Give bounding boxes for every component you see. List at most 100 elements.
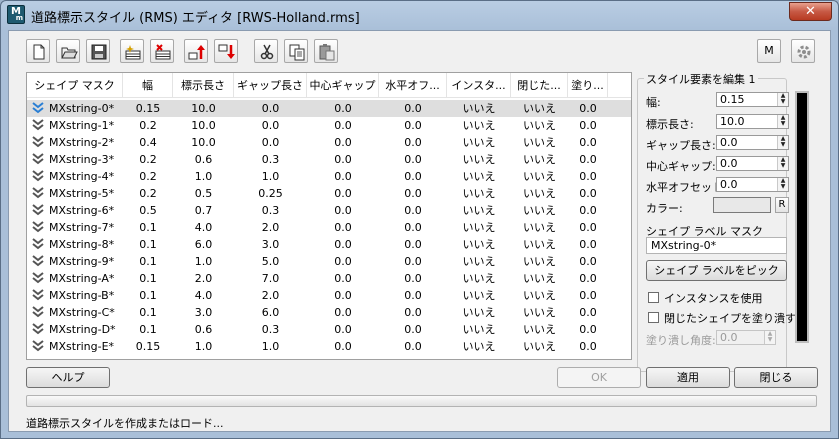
table-cell: 0.1 [139, 255, 157, 268]
copy-icon [289, 44, 305, 61]
color-swatch[interactable] [713, 197, 771, 213]
app-icon-sub: m [15, 14, 23, 22]
use-instance-label: インスタンスを使用 [664, 292, 763, 305]
move-down-button[interactable] [214, 39, 238, 63]
center-gap-label: 中心ギャップ: [646, 160, 716, 173]
table-row[interactable]: MXstring-C* 0.1 3.0 6.0 0.0 0.0 いいえ いいえ 0.0 [27, 304, 631, 321]
spinner-arrows-icon[interactable]: ▲ ▼ [777, 136, 788, 149]
table-cell: 0.1 [139, 272, 157, 285]
table-row[interactable]: MXstring-B* 0.1 4.0 2.0 0.0 0.0 いいえ いいえ 0.0 [27, 287, 631, 304]
table-cell: MXstring-C* [49, 306, 115, 319]
table-row[interactable]: MXstring-4* 0.2 1.0 1.0 0.0 0.0 いいえ いいえ 0.0 [27, 168, 631, 185]
table-cell: 0.0 [579, 306, 597, 319]
table-cell: 0.0 [579, 238, 597, 251]
edit-panel-legend: スタイル要素を編集 1 [644, 71, 758, 87]
table-cell: 0.2 [139, 119, 157, 132]
table-cell: いいえ [523, 102, 556, 115]
grid-column-header[interactable]: 中心ギャップ [307, 73, 379, 98]
grid-column-header[interactable]: ギャップ長さ [234, 73, 307, 98]
table-cell: 0.0 [334, 340, 352, 353]
table-cell: 0.0 [334, 153, 352, 166]
save-icon [91, 44, 107, 60]
grid-column-header[interactable]: 幅 [123, 73, 173, 98]
table-row[interactable]: MXstring-5* 0.2 0.5 0.25 0.0 0.0 いいえ いいえ 0.0 [27, 185, 631, 202]
spinner-arrows-icon[interactable]: ▲ ▼ [777, 157, 788, 170]
apply-button[interactable]: 適用 [646, 367, 730, 388]
table-row[interactable]: MXstring-A* 0.1 2.0 7.0 0.0 0.0 いいえ いいえ 0.0 [27, 270, 631, 287]
table-row[interactable]: MXstring-E* 0.15 1.0 1.0 0.0 0.0 いいえ いいえ 0.0 [27, 338, 631, 355]
table-cell: 4.0 [194, 221, 213, 234]
grid-column-header[interactable]: 標示長さ [173, 73, 234, 98]
table-cell: 0.0 [404, 238, 422, 251]
table-cell: 0.3 [261, 153, 280, 166]
spinner-arrows-icon[interactable]: ▲ ▼ [777, 178, 788, 191]
table-cell: 0.0 [334, 136, 352, 149]
style-grid[interactable]: シェイプ マスク幅標示長さ ギャップ長さ 中心ギャップ 水平オフ... インスタ... 閉… [26, 72, 632, 360]
table-cell: 0.6 [194, 153, 213, 166]
move-up-button[interactable] [184, 39, 208, 63]
table-cell: いいえ [462, 272, 496, 285]
table-cell: 0.15 [135, 340, 161, 353]
paste-button[interactable] [314, 39, 338, 63]
table-row[interactable]: MXstring-3* 0.2 0.6 0.3 0.0 0.0 いいえ いいえ 0.0 [27, 151, 631, 168]
m-button[interactable]: M [757, 39, 781, 63]
new-button[interactable] [26, 39, 50, 63]
table-cell: 0.5 [139, 204, 157, 217]
center-gap-spinner[interactable]: 0.0 ▲ ▼ [716, 156, 789, 171]
cut-button[interactable] [254, 39, 278, 63]
fill-closed-shape-checkbox[interactable] [648, 312, 659, 323]
table-cell: 10.0 [191, 102, 216, 115]
title-bar[interactable]: M m 道路標示スタイル (RMS) エディタ [RWS-Holland.rms… [1, 1, 838, 29]
table-cell: いいえ [462, 187, 496, 200]
table-cell: 0.0 [334, 170, 352, 183]
table-row[interactable]: MXstring-6* 0.5 0.7 0.3 0.0 0.0 いいえ いいえ 0.0 [27, 202, 631, 219]
save-button[interactable] [86, 39, 110, 63]
gap-length-spinner[interactable]: 0.0 ▲ ▼ [716, 135, 789, 150]
copy-button[interactable] [284, 39, 308, 63]
shape-mask-input[interactable]: MXstring-0* [646, 237, 787, 254]
table-row[interactable]: MXstring-0* 0.15 10.0 0.0 0.0 0.0 いいえ いいえ 0.0 [27, 100, 631, 117]
close-button[interactable]: 閉じる [734, 367, 818, 388]
table-cell: 0.0 [579, 272, 597, 285]
table-cell: 1.0 [194, 255, 213, 268]
table-cell: MXstring-2* [49, 136, 115, 149]
table-row[interactable]: MXstring-9* 0.1 1.0 5.0 0.0 0.0 いいえ いいえ 0.0 [27, 253, 631, 270]
pick-shape-label-button[interactable]: シェイプ ラベルをピック [646, 260, 787, 281]
move-up-icon [188, 45, 205, 60]
dash-length-spinner[interactable]: 10.0 ▲ ▼ [716, 114, 789, 129]
grid-column-header[interactable]: 塗り... [568, 73, 608, 98]
table-cell: いいえ [462, 221, 496, 234]
table-row[interactable]: MXstring-7* 0.1 4.0 2.0 0.0 0.0 いいえ いいえ 0.0 [27, 219, 631, 236]
open-button[interactable] [56, 39, 80, 63]
window-close-button[interactable]: ✕ [789, 2, 832, 21]
dash-length-label: 標示長さ: [646, 118, 694, 131]
grid-column-header[interactable]: シェイプ マスク [27, 73, 123, 98]
grid-column-header[interactable]: 水平オフ... [379, 73, 447, 98]
grid-column-header[interactable]: インスタ... [447, 73, 511, 98]
table-row[interactable]: MXstring-2* 0.4 10.0 0.0 0.0 0.0 いいえ いいえ 0.0 [27, 134, 631, 151]
help-button[interactable]: ヘルプ [26, 367, 110, 388]
spinner-arrows-icon[interactable]: ▲ ▼ [777, 93, 788, 106]
grid-column-header[interactable]: 閉じた... [511, 73, 568, 98]
rms-editor-window: M m 道路標示スタイル (RMS) エディタ [RWS-Holland.rms… [0, 0, 839, 439]
table-row[interactable]: MXstring-8* 0.1 6.0 3.0 0.0 0.0 いいえ いいえ 0.0 [27, 236, 631, 253]
settings-button[interactable] [791, 39, 815, 63]
spinner-arrows-icon[interactable]: ▲ ▼ [777, 115, 788, 128]
horizontal-offset-spinner[interactable]: 0.0 ▲ ▼ [716, 177, 789, 192]
table-cell: いいえ [523, 323, 556, 336]
delete-row-button[interactable] [150, 39, 174, 63]
open-folder-icon [61, 47, 78, 59]
table-cell: いいえ [462, 255, 496, 268]
table-cell: いいえ [462, 153, 496, 166]
color-reset-button[interactable]: R [775, 197, 789, 213]
table-row[interactable]: MXstring-D* 0.1 0.6 0.3 0.0 0.0 いいえ いいえ 0.0 [27, 321, 631, 338]
fill-angle-value: 0.0 [720, 331, 738, 344]
width-spinner[interactable]: 0.15 ▲ ▼ [716, 92, 789, 107]
table-row[interactable]: MXstring-1* 0.2 10.0 0.0 0.0 0.0 いいえ いいえ 0.0 [27, 117, 631, 134]
use-instance-checkbox[interactable] [648, 292, 659, 303]
table-cell: 10.0 [191, 136, 216, 149]
table-cell: 0.25 [258, 187, 283, 200]
add-row-button[interactable] [120, 39, 144, 63]
table-cell: 0.4 [139, 136, 157, 149]
table-cell: 0.0 [579, 170, 597, 183]
